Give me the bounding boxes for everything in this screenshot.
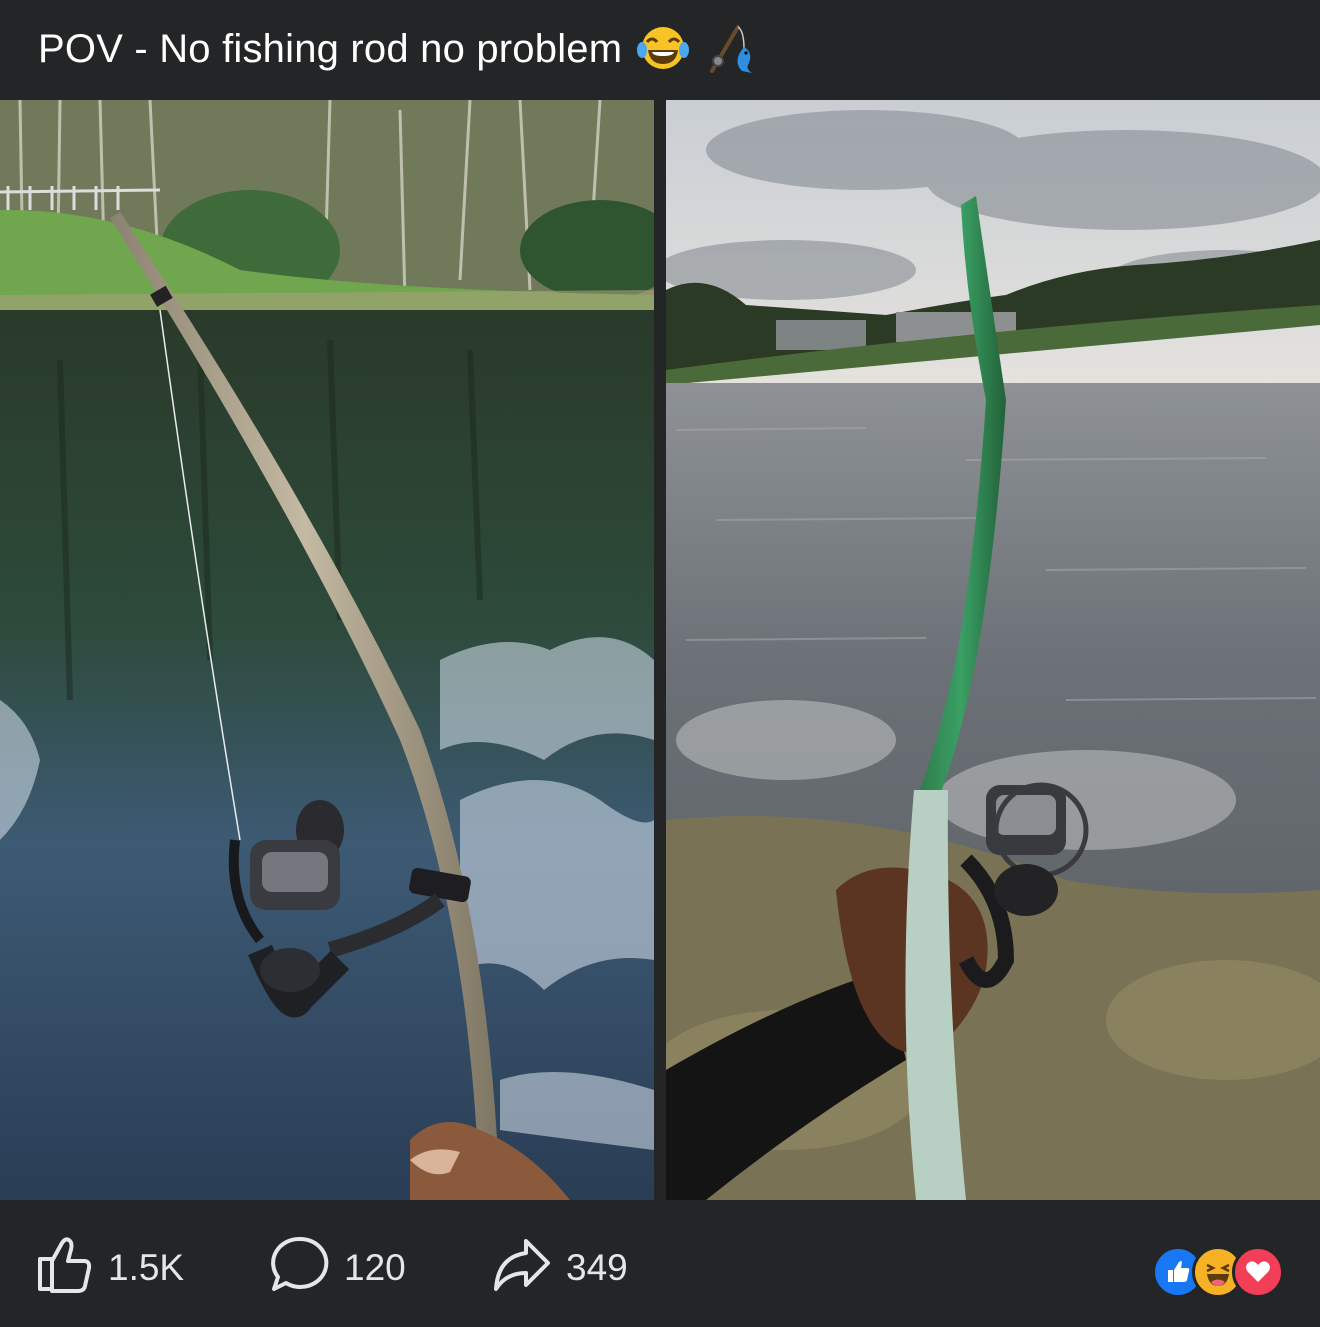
stick-rod-pond-photo[interactable] — [0, 100, 654, 1200]
thumbs-up-icon — [36, 1235, 94, 1302]
love-reaction-icon — [1232, 1246, 1284, 1298]
post-header: POV - No fishing rod no problem — [0, 0, 1320, 98]
comment-button[interactable]: 120 — [270, 1236, 406, 1296]
comment-bubble-icon — [270, 1235, 330, 1302]
reaction-summary[interactable] — [1152, 1246, 1284, 1298]
taped-stick-rod-lake-photo[interactable] — [666, 100, 1320, 1200]
post-title-text: POV - No fishing rod no problem — [38, 26, 623, 71]
share-arrow-icon — [492, 1235, 552, 1302]
photo-grid[interactable] — [0, 100, 1320, 1200]
laughing-tears-emoji-icon — [636, 24, 690, 74]
post-title: POV - No fishing rod no problem — [38, 21, 764, 77]
like-count: 1.5K — [108, 1247, 185, 1288]
fishing-pole-emoji-icon — [704, 21, 764, 77]
like-button[interactable]: 1.5K — [36, 1236, 185, 1296]
share-count: 349 — [566, 1247, 628, 1288]
share-button[interactable]: 349 — [492, 1238, 628, 1296]
comment-count: 120 — [344, 1247, 406, 1288]
post-action-bar: 1.5K 120 349 — [0, 1210, 1320, 1327]
